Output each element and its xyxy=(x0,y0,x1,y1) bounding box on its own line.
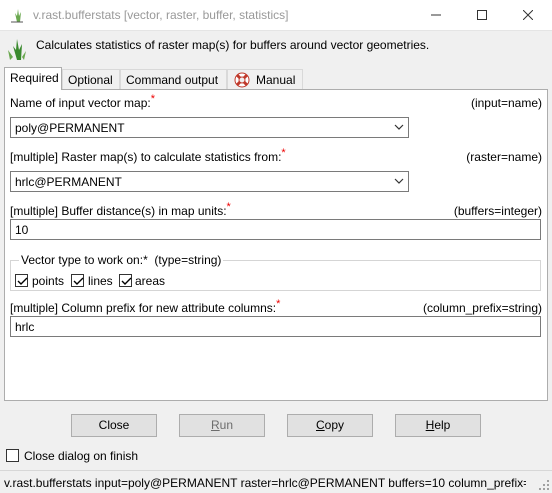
module-header: Calculates statistics of raster map(s) f… xyxy=(0,31,552,67)
close-button[interactable]: Close xyxy=(71,414,157,437)
type-legend-text: Vector type to work on:* xyxy=(21,253,148,267)
vector-type-legend: Vector type to work on:* (type=string) xyxy=(19,253,224,267)
column-prefix-param: (column_prefix=string) xyxy=(422,301,542,315)
tab-label: Optional xyxy=(68,73,113,87)
chevron-down-icon xyxy=(394,124,404,130)
lifebuoy-icon xyxy=(234,72,250,88)
buffers-param: (buffers=integer) xyxy=(453,204,542,218)
raster-value: hrlc@PERMANENT xyxy=(15,175,122,189)
copy-mnemonic: C xyxy=(315,418,325,432)
raster-param: (raster=name) xyxy=(466,150,542,164)
input-label-text: Name of input vector map: xyxy=(10,96,151,110)
checkmark-icon xyxy=(121,277,132,285)
window-title: v.rast.bufferstats [vector, raster, buff… xyxy=(33,8,289,22)
required-marker: * xyxy=(281,147,286,159)
help-post: elp xyxy=(434,418,451,432)
minimize-button[interactable] xyxy=(413,0,459,30)
grass-logo-icon xyxy=(8,39,26,60)
copy-button[interactable]: Copy xyxy=(287,414,373,437)
title-bar: v.rast.bufferstats [vector, raster, buff… xyxy=(0,0,552,31)
checkmark-icon xyxy=(17,277,28,285)
points-label: points xyxy=(32,274,65,288)
minimize-icon xyxy=(431,14,441,16)
buffers-label: [multiple] Buffer distance(s) in map uni… xyxy=(10,201,231,218)
tab-command-output[interactable]: Command output xyxy=(120,69,227,89)
tab-label: Manual xyxy=(256,73,296,87)
run-mnemonic: R xyxy=(210,418,220,432)
column-prefix-label: [multiple] Column prefix for new attribu… xyxy=(10,298,281,315)
raster-label: [multiple] Raster map(s) to calculate st… xyxy=(10,147,286,164)
close-button-label: Close xyxy=(98,418,130,432)
tab-optional[interactable]: Optional xyxy=(62,69,120,89)
buffers-input[interactable]: 10 xyxy=(10,219,541,240)
type-param: (type=string) xyxy=(154,253,222,267)
checkmark-icon xyxy=(73,277,84,285)
copy-post: opy xyxy=(324,418,345,432)
input-param: (input=name) xyxy=(470,96,542,110)
tab-required[interactable]: Required xyxy=(4,67,62,90)
command-preview: v.rast.bufferstats input=poly@PERMANENT … xyxy=(4,476,526,490)
buffers-value: 10 xyxy=(15,223,29,237)
resize-grip-icon[interactable] xyxy=(538,479,550,491)
required-marker: * xyxy=(276,298,281,310)
raster-combo[interactable]: hrlc@PERMANENT xyxy=(10,171,409,192)
input-label: Name of input vector map:* xyxy=(10,93,156,110)
points-checkbox[interactable] xyxy=(15,274,28,287)
lines-checkbox[interactable] xyxy=(71,274,84,287)
grass-icon xyxy=(11,9,23,23)
close-window-button[interactable] xyxy=(505,0,551,30)
tab-manual[interactable]: Manual xyxy=(227,69,303,89)
tab-label: Command output xyxy=(126,73,219,87)
required-marker: * xyxy=(150,93,156,105)
run-button[interactable]: Run xyxy=(179,414,265,437)
maximize-button[interactable] xyxy=(459,0,505,30)
run-post: un xyxy=(219,418,234,432)
close-icon xyxy=(523,10,533,20)
maximize-icon xyxy=(477,10,487,20)
close-on-finish-label: Close dialog on finish xyxy=(24,449,139,463)
close-on-finish-checkbox[interactable] xyxy=(6,449,19,462)
required-marker: * xyxy=(226,201,231,213)
column-prefix-value: hrlc xyxy=(15,320,35,334)
lines-label: lines xyxy=(88,274,113,288)
areas-checkbox[interactable] xyxy=(119,274,132,287)
module-description: Calculates statistics of raster map(s) f… xyxy=(36,38,430,52)
status-bar: v.rast.bufferstats input=poly@PERMANENT … xyxy=(0,470,552,493)
areas-label: areas xyxy=(135,274,166,288)
help-button[interactable]: Help xyxy=(395,414,481,437)
buffers-label-text: [multiple] Buffer distance(s) in map uni… xyxy=(10,204,227,218)
chevron-down-icon xyxy=(394,178,404,184)
tab-label: Required xyxy=(10,71,59,85)
input-value: poly@PERMANENT xyxy=(15,121,125,135)
input-vector-combo[interactable]: poly@PERMANENT xyxy=(10,117,409,138)
column-prefix-label-text: [multiple] Column prefix for new attribu… xyxy=(10,301,277,315)
raster-label-text: [multiple] Raster map(s) to calculate st… xyxy=(10,150,282,164)
column-prefix-input[interactable]: hrlc xyxy=(10,316,541,337)
dialog-footer: Close Run Copy Help Close dialog on fini… xyxy=(0,401,552,493)
